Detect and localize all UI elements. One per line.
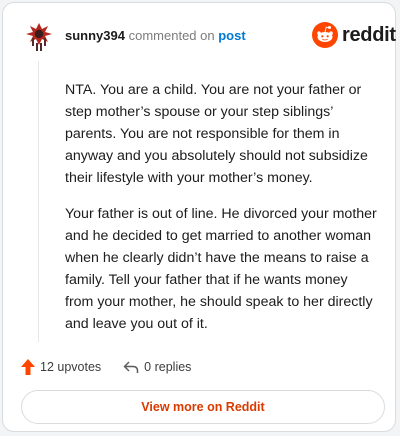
view-more-button[interactable]: View more on Reddit (21, 390, 385, 424)
comment-body: NTA. You are a child. You are not your f… (65, 79, 377, 349)
comment-card: sunny394 commented on post reddit NTA. Y… (2, 2, 396, 432)
reply-button[interactable]: 0 replies (123, 360, 191, 374)
username[interactable]: sunny394 (65, 28, 125, 43)
upvote-button[interactable]: 12 upvotes (21, 359, 101, 375)
comment-paragraph: Your father is out of line. He divorced … (65, 206, 377, 332)
reddit-logo[interactable]: reddit (312, 21, 396, 49)
reddit-logo-icon (312, 22, 338, 48)
reply-arrow-icon (123, 361, 139, 373)
thread-line (38, 61, 39, 342)
comment-actions: 12 upvotes 0 replies (21, 357, 191, 377)
reddit-wordmark: reddit (342, 23, 396, 46)
comment-paragraph: NTA. You are a child. You are not your f… (65, 82, 368, 186)
comment-meta: commented on (128, 28, 215, 43)
upvote-count: 12 upvotes (40, 360, 102, 374)
reply-count: 0 replies (144, 360, 192, 374)
upvote-arrow-icon (21, 359, 35, 375)
avatar[interactable] (23, 20, 55, 52)
post-link[interactable]: post (218, 28, 245, 43)
comment-header: sunny394 commented on post (65, 28, 246, 44)
